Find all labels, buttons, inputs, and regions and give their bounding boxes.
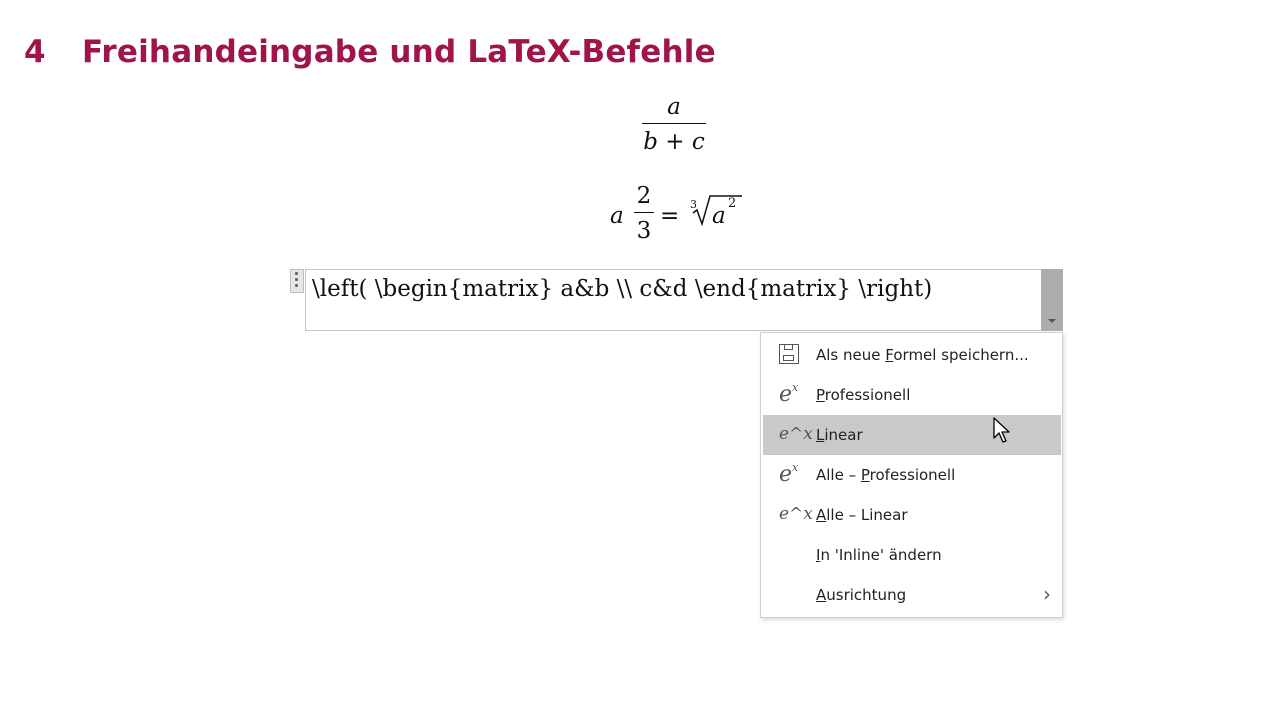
menu-item-alignment[interactable]: Ausrichtung › [763,575,1061,615]
professional-format-icon: ex [779,460,799,487]
menu-item-change-to-inline[interactable]: In 'Inline' ändern [763,535,1061,575]
equation-context-menu: Als neue Formel speichern... ex Professi… [760,332,1063,618]
equals-sign: = [660,203,680,229]
mixed-fraction-denominator: 3 [636,218,652,244]
section-heading: 4 Freihandeingabe und LaTeX-Befehle [24,34,716,70]
linear-format-icon: e^x [779,504,813,524]
section-title: Freihandeingabe und LaTeX-Befehle [82,34,716,70]
root-equation[interactable]: a 2 3 = 3 a 2 [608,182,748,252]
menu-item-linear[interactable]: e^x Linear [763,415,1061,455]
dropdown-arrow-icon [1048,319,1056,323]
professional-format-icon: ex [779,380,799,407]
fraction-denominator: b + c [643,129,705,155]
mixed-fraction-bar [634,212,654,213]
equation-drag-handle[interactable] [290,269,304,293]
equation-input-text[interactable]: \left( \begin{matrix} a&b \\ c&d \end{ma… [312,276,932,302]
menu-item-save-as-formula[interactable]: Als neue Formel speichern... [763,335,1061,375]
mixed-fraction: 2 3 [634,182,654,245]
fraction-numerator: a [667,94,681,120]
equation-options-dropdown[interactable] [1041,269,1063,331]
save-icon [779,342,807,368]
mixed-fraction-numerator: 2 [636,183,652,209]
radicand-exponent: 2 [728,196,737,211]
menu-item-all-linear[interactable]: e^x Alle – Linear [763,495,1061,535]
fraction-equation[interactable]: a b + c [642,92,706,157]
fraction-bar [642,123,706,124]
linear-format-icon: e^x [779,424,813,444]
grip-icon [295,272,299,290]
menu-item-all-professional[interactable]: ex Alle – Professionell [763,455,1061,495]
chevron-right-icon: › [1043,582,1051,606]
mixed-whole: a [610,203,624,229]
radicand: a [712,203,726,229]
section-number: 4 [24,34,46,70]
mouse-pointer-icon [993,417,1010,443]
menu-item-professional[interactable]: ex Professionell [763,375,1061,415]
